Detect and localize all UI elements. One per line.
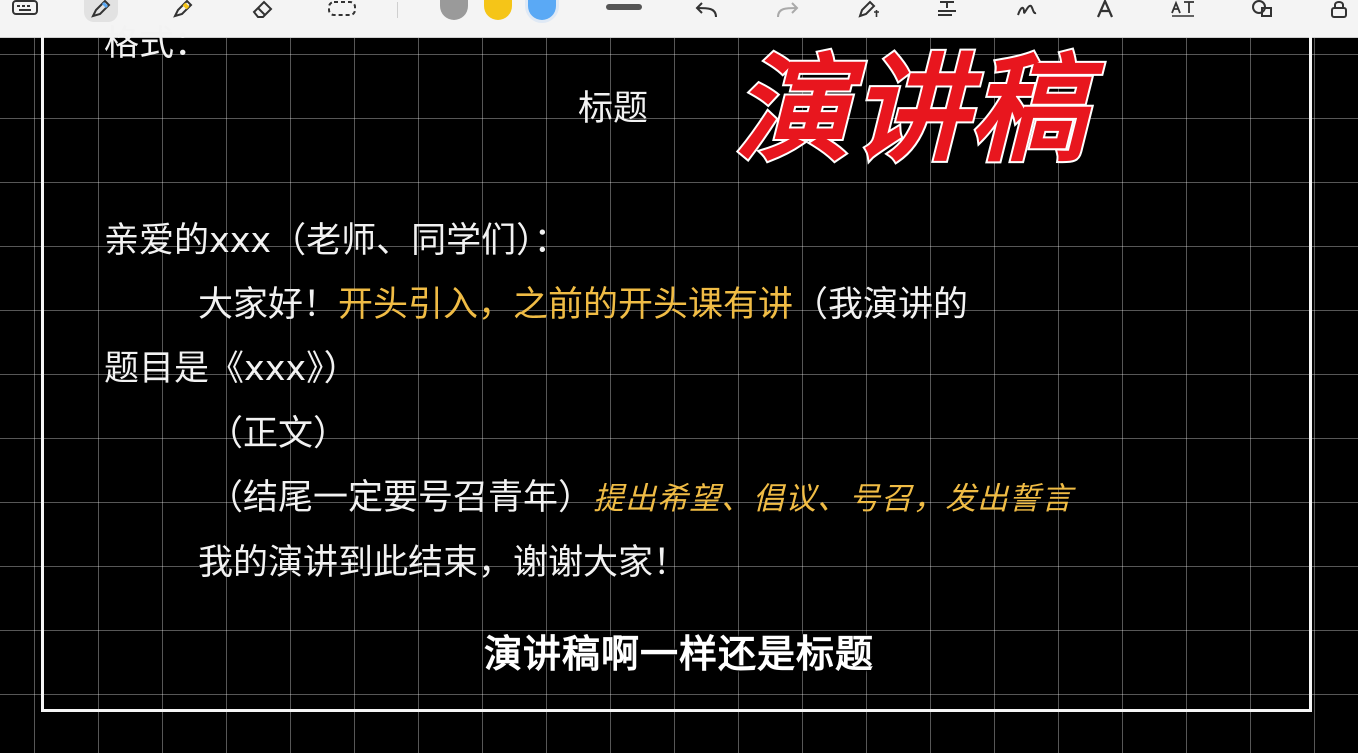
intro-prefix: 大家好！: [198, 285, 339, 325]
big-title: 演讲稿: [732, 41, 1088, 180]
eraser-icon[interactable]: [245, 0, 279, 22]
intro-line: 大家好！开头引入，之前的开头课有讲（我演讲的: [198, 283, 968, 327]
lasso-select-icon[interactable]: [325, 0, 359, 22]
greeting-line: 亲爱的xxx（老师、同学们）：: [104, 221, 569, 261]
handwriting-icon[interactable]: [1010, 0, 1044, 22]
highlighter-icon[interactable]: [166, 0, 200, 22]
lock-icon[interactable]: [1322, 0, 1356, 22]
intro-suffix: （我演讲的: [793, 285, 969, 325]
closing-line: 我的演讲到此结束，谢谢大家！: [198, 543, 689, 583]
pen-settings-icon[interactable]: [852, 0, 886, 22]
stroke-width-indicator[interactable]: [606, 4, 642, 10]
intro-highlight: 开头引入，之前的开头课有讲: [338, 285, 794, 325]
color-blue-swatch[interactable]: [528, 0, 556, 20]
color-yellow-swatch[interactable]: [484, 0, 512, 20]
redo-icon[interactable]: [770, 0, 804, 22]
text-format-icon[interactable]: [930, 0, 964, 22]
ending-line: （结尾一定要号召青年）提出希望、倡议、号召，发出誓言: [208, 476, 1073, 521]
format-label: 格式：: [104, 24, 210, 64]
video-subtitle: 演讲稿啊一样还是标题: [483, 632, 874, 677]
ending-text: （结尾一定要号召青年）: [208, 478, 594, 518]
heading-label: 标题: [578, 89, 649, 129]
pen-icon[interactable]: [84, 0, 118, 22]
toolbar-divider: [397, 2, 398, 18]
undo-icon[interactable]: [690, 0, 724, 22]
text-size-icon[interactable]: [1166, 0, 1200, 22]
text-style-icon[interactable]: [1088, 0, 1122, 22]
handwritten-note: 提出希望、倡议、号召，发出誓言: [593, 481, 1074, 517]
shapes-icon[interactable]: [1246, 0, 1280, 22]
body-line: （正文）: [208, 414, 349, 454]
topic-line: 题目是《xxx》）: [104, 349, 359, 389]
keyboard-icon[interactable]: [8, 0, 42, 22]
color-gray-swatch[interactable]: [440, 0, 468, 20]
